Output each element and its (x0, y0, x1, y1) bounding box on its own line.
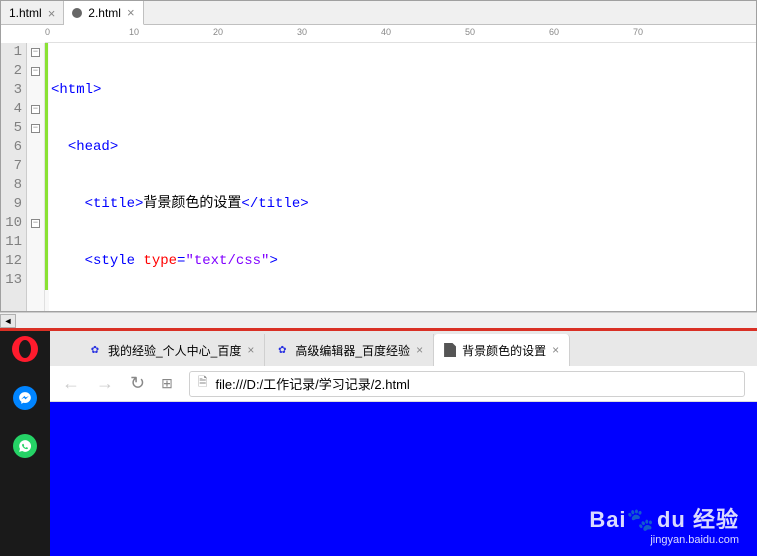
modified-dot-icon (72, 8, 82, 18)
opera-logo-icon[interactable] (12, 336, 38, 362)
line-num: 8 (1, 176, 22, 195)
page-file-icon: 🗎 (198, 373, 208, 394)
baidu-icon: ✿ (275, 343, 289, 357)
speed-dial-icon[interactable]: ⊞ (161, 375, 173, 392)
line-num: 5 (1, 119, 22, 138)
browser-main: ✿ 我的经验_个人中心_百度 × ✿ 高级编辑器_百度经验 × 背景颜色的设置 … (50, 328, 757, 556)
ruler-tick: 70 (633, 27, 643, 37)
close-icon[interactable]: × (127, 5, 135, 20)
window-accent-line (0, 328, 757, 331)
fold-minus-icon[interactable]: − (31, 124, 40, 133)
editor-pane: 1.html × 2.html × 0 10 20 30 40 50 60 70… (0, 0, 757, 312)
browser-tab-bar: ✿ 我的经验_个人中心_百度 × ✿ 高级编辑器_百度经验 × 背景颜色的设置 … (50, 328, 757, 366)
reload-button[interactable]: ↻ (130, 373, 145, 394)
editor-tab-2[interactable]: 2.html × (64, 1, 143, 25)
paw-icon: 🐾 (627, 507, 655, 533)
fold-minus-icon[interactable]: − (31, 105, 40, 114)
line-num: 3 (1, 81, 22, 100)
line-gutter: 1 2 3 4 5 6 7 8 9 10 11 12 13 (1, 43, 27, 311)
file-icon (444, 343, 456, 357)
browser-tab-1[interactable]: ✿ 我的经验_个人中心_百度 × (78, 334, 265, 366)
code-lines[interactable]: <html> <head> <title>背景颜色的设置</title> <st… (49, 43, 756, 311)
fold-minus-icon[interactable]: − (31, 219, 40, 228)
tab-label: 高级编辑器_百度经验 (295, 342, 410, 359)
whatsapp-icon[interactable] (13, 434, 37, 458)
address-input[interactable] (215, 376, 736, 391)
ruler-tick: 50 (465, 27, 475, 37)
forward-button[interactable]: → (96, 373, 114, 394)
line-num: 9 (1, 195, 22, 214)
close-icon[interactable]: × (48, 6, 56, 21)
tab-label: 2.html (88, 6, 121, 20)
ruler-tick: 20 (213, 27, 223, 37)
line-num: 1 (1, 43, 22, 62)
close-icon[interactable]: × (552, 343, 559, 357)
ruler-tick: 60 (549, 27, 559, 37)
line-num: 2 (1, 62, 22, 81)
line-num: 11 (1, 233, 22, 252)
code-area[interactable]: 1 2 3 4 5 6 7 8 9 10 11 12 13 − − − − − (1, 43, 756, 311)
browser-tab-3[interactable]: 背景颜色的设置 × (434, 334, 570, 366)
fold-minus-icon[interactable]: − (31, 48, 40, 57)
browser-tab-2[interactable]: ✿ 高级编辑器_百度经验 × (265, 334, 434, 366)
line-num: 4 (1, 100, 22, 119)
close-icon[interactable]: × (416, 343, 423, 357)
opera-sidebar (0, 328, 50, 556)
address-input-wrap[interactable]: 🗎 (189, 371, 745, 397)
close-icon[interactable]: × (247, 343, 254, 357)
messenger-icon[interactable] (13, 386, 37, 410)
ruler-tick: 10 (129, 27, 139, 37)
fold-minus-icon[interactable]: − (31, 67, 40, 76)
baidu-icon: ✿ (88, 343, 102, 357)
line-num: 7 (1, 157, 22, 176)
tab-label: 1.html (9, 6, 42, 20)
horizontal-scrollbar[interactable]: ◄ (0, 312, 757, 328)
editor-tab-bar: 1.html × 2.html × (1, 1, 756, 25)
ruler: 0 10 20 30 40 50 60 70 (45, 25, 756, 43)
tab-label: 背景颜色的设置 (462, 342, 546, 359)
tab-label: 我的经验_个人中心_百度 (108, 342, 241, 359)
page-viewport[interactable]: Bai🐾du 经验 jingyan.baidu.com (50, 402, 757, 556)
line-num: 10 (1, 214, 22, 233)
fold-column: − − − − − (27, 43, 45, 311)
address-bar: ← → ↻ ⊞ 🗎 (50, 366, 757, 402)
ruler-tick: 0 (45, 27, 50, 37)
watermark: Bai🐾du 经验 jingyan.baidu.com (589, 502, 739, 546)
back-button[interactable]: ← (62, 373, 80, 394)
editor-tab-1[interactable]: 1.html × (1, 1, 64, 25)
line-num: 13 (1, 271, 22, 290)
line-num: 12 (1, 252, 22, 271)
line-num: 6 (1, 138, 22, 157)
ruler-tick: 30 (297, 27, 307, 37)
code-tag: <head> (68, 139, 118, 155)
browser-pane: ✿ 我的经验_个人中心_百度 × ✿ 高级编辑器_百度经验 × 背景颜色的设置 … (0, 328, 757, 556)
ruler-tick: 40 (381, 27, 391, 37)
code-tag: <html> (51, 82, 101, 98)
scroll-left-icon[interactable]: ◄ (0, 314, 16, 328)
